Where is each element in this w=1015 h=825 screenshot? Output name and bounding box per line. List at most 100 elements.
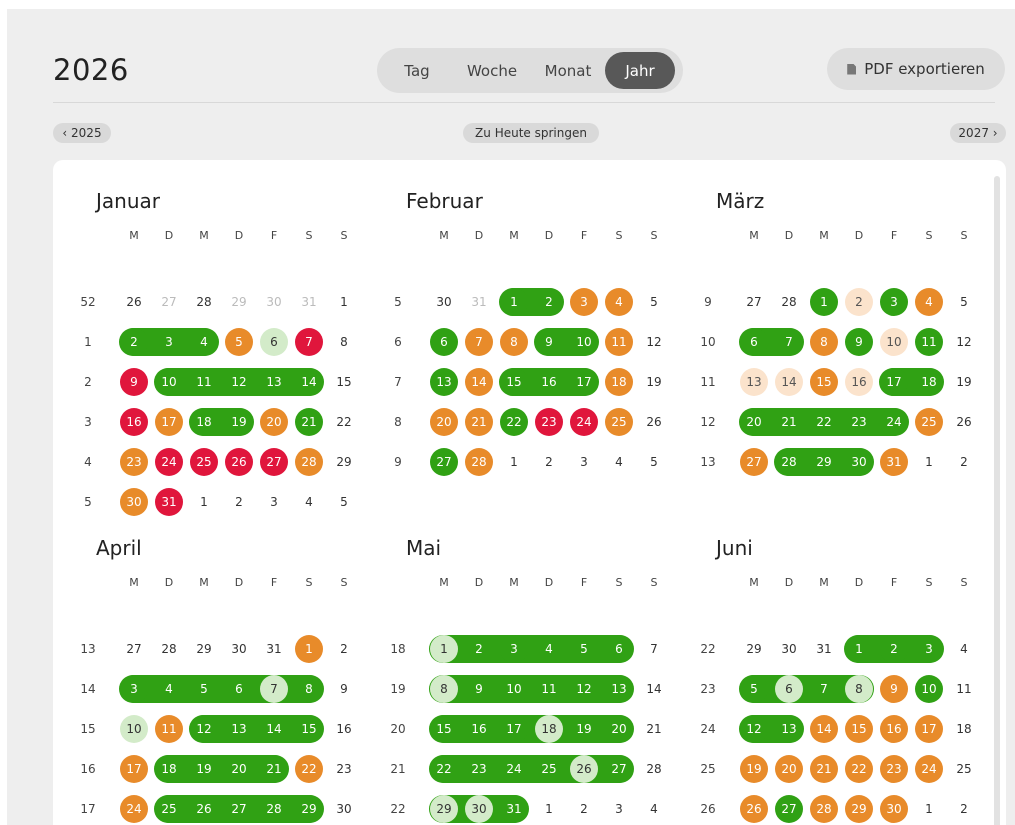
day-cell[interactable]: 1: [534, 795, 564, 823]
day-cell[interactable]: 15: [499, 368, 529, 396]
day-cell[interactable]: 23: [119, 448, 149, 476]
day-cell[interactable]: 2: [534, 448, 564, 476]
day-cell[interactable]: 13: [429, 368, 459, 396]
pdf-export-button[interactable]: PDF exportieren: [827, 48, 1005, 90]
day-cell[interactable]: 11: [914, 328, 944, 356]
day-cell[interactable]: 4: [949, 635, 979, 663]
day-cell[interactable]: 18: [534, 715, 564, 743]
tab-week[interactable]: Woche: [453, 52, 531, 89]
day-cell[interactable]: 1: [499, 288, 529, 316]
day-cell[interactable]: 29: [739, 635, 769, 663]
day-cell[interactable]: 1: [294, 635, 324, 663]
day-cell[interactable]: 1: [914, 795, 944, 823]
day-cell[interactable]: 31: [809, 635, 839, 663]
day-cell[interactable]: 7: [639, 635, 669, 663]
day-cell[interactable]: 28: [189, 288, 219, 316]
day-cell[interactable]: 25: [604, 408, 634, 436]
day-cell[interactable]: 20: [739, 408, 769, 436]
day-cell[interactable]: 14: [774, 368, 804, 396]
day-cell[interactable]: 9: [844, 328, 874, 356]
day-cell[interactable]: 14: [464, 368, 494, 396]
day-cell[interactable]: 2: [879, 635, 909, 663]
day-cell[interactable]: 1: [189, 488, 219, 516]
day-cell[interactable]: 16: [119, 408, 149, 436]
day-cell[interactable]: 28: [809, 795, 839, 823]
day-cell[interactable]: 27: [739, 448, 769, 476]
day-cell[interactable]: 31: [154, 488, 184, 516]
day-cell[interactable]: 21: [259, 755, 289, 783]
day-cell[interactable]: 8: [499, 328, 529, 356]
day-cell[interactable]: 1: [429, 635, 459, 663]
day-cell[interactable]: 10: [499, 675, 529, 703]
tab-year[interactable]: Jahr: [605, 52, 675, 89]
day-cell[interactable]: 10: [119, 715, 149, 743]
day-cell[interactable]: 13: [774, 715, 804, 743]
day-cell[interactable]: 11: [534, 675, 564, 703]
day-cell[interactable]: 11: [189, 368, 219, 396]
day-cell[interactable]: 23: [329, 755, 359, 783]
day-cell[interactable]: 3: [154, 328, 184, 356]
day-cell[interactable]: 16: [844, 368, 874, 396]
day-cell[interactable]: 29: [189, 635, 219, 663]
day-cell[interactable]: 23: [534, 408, 564, 436]
day-cell[interactable]: 31: [259, 635, 289, 663]
day-cell[interactable]: 4: [914, 288, 944, 316]
day-cell[interactable]: 29: [429, 795, 459, 823]
day-cell[interactable]: 2: [329, 635, 359, 663]
day-cell[interactable]: 9: [879, 675, 909, 703]
day-cell[interactable]: 28: [774, 448, 804, 476]
day-cell[interactable]: 19: [224, 408, 254, 436]
day-cell[interactable]: 21: [809, 755, 839, 783]
day-cell[interactable]: 3: [259, 488, 289, 516]
day-cell[interactable]: 13: [739, 368, 769, 396]
day-cell[interactable]: 19: [189, 755, 219, 783]
day-cell[interactable]: 27: [429, 448, 459, 476]
day-cell[interactable]: 1: [329, 288, 359, 316]
day-cell[interactable]: 2: [464, 635, 494, 663]
day-cell[interactable]: 5: [224, 328, 254, 356]
day-cell[interactable]: 18: [949, 715, 979, 743]
day-cell[interactable]: 25: [189, 448, 219, 476]
day-cell[interactable]: 17: [569, 368, 599, 396]
day-cell[interactable]: 30: [464, 795, 494, 823]
day-cell[interactable]: 12: [224, 368, 254, 396]
day-cell[interactable]: 28: [294, 448, 324, 476]
day-cell[interactable]: 26: [224, 448, 254, 476]
day-cell[interactable]: 27: [154, 288, 184, 316]
day-cell[interactable]: 5: [949, 288, 979, 316]
day-cell[interactable]: 16: [329, 715, 359, 743]
day-cell[interactable]: 7: [464, 328, 494, 356]
day-cell[interactable]: 5: [739, 675, 769, 703]
day-cell[interactable]: 3: [879, 288, 909, 316]
day-cell[interactable]: 6: [429, 328, 459, 356]
day-cell[interactable]: 4: [294, 488, 324, 516]
day-cell[interactable]: 15: [809, 368, 839, 396]
day-cell[interactable]: 25: [154, 795, 184, 823]
day-cell[interactable]: 2: [534, 288, 564, 316]
day-cell[interactable]: 1: [499, 448, 529, 476]
day-cell[interactable]: 26: [569, 755, 599, 783]
day-cell[interactable]: 1: [809, 288, 839, 316]
day-cell[interactable]: 9: [464, 675, 494, 703]
jump-to-today-button[interactable]: Zu Heute springen: [463, 123, 599, 143]
day-cell[interactable]: 19: [739, 755, 769, 783]
day-cell[interactable]: 28: [154, 635, 184, 663]
day-cell[interactable]: 9: [534, 328, 564, 356]
day-cell[interactable]: 31: [464, 288, 494, 316]
day-cell[interactable]: 14: [809, 715, 839, 743]
day-cell[interactable]: 20: [259, 408, 289, 436]
day-cell[interactable]: 6: [259, 328, 289, 356]
day-cell[interactable]: 9: [119, 368, 149, 396]
day-cell[interactable]: 18: [914, 368, 944, 396]
day-cell[interactable]: 26: [119, 288, 149, 316]
day-cell[interactable]: 4: [189, 328, 219, 356]
day-cell[interactable]: 27: [224, 795, 254, 823]
day-cell[interactable]: 16: [534, 368, 564, 396]
day-cell[interactable]: 22: [329, 408, 359, 436]
day-cell[interactable]: 9: [329, 675, 359, 703]
day-cell[interactable]: 13: [224, 715, 254, 743]
day-cell[interactable]: 4: [534, 635, 564, 663]
day-cell[interactable]: 31: [499, 795, 529, 823]
day-cell[interactable]: 2: [949, 795, 979, 823]
day-cell[interactable]: 19: [569, 715, 599, 743]
